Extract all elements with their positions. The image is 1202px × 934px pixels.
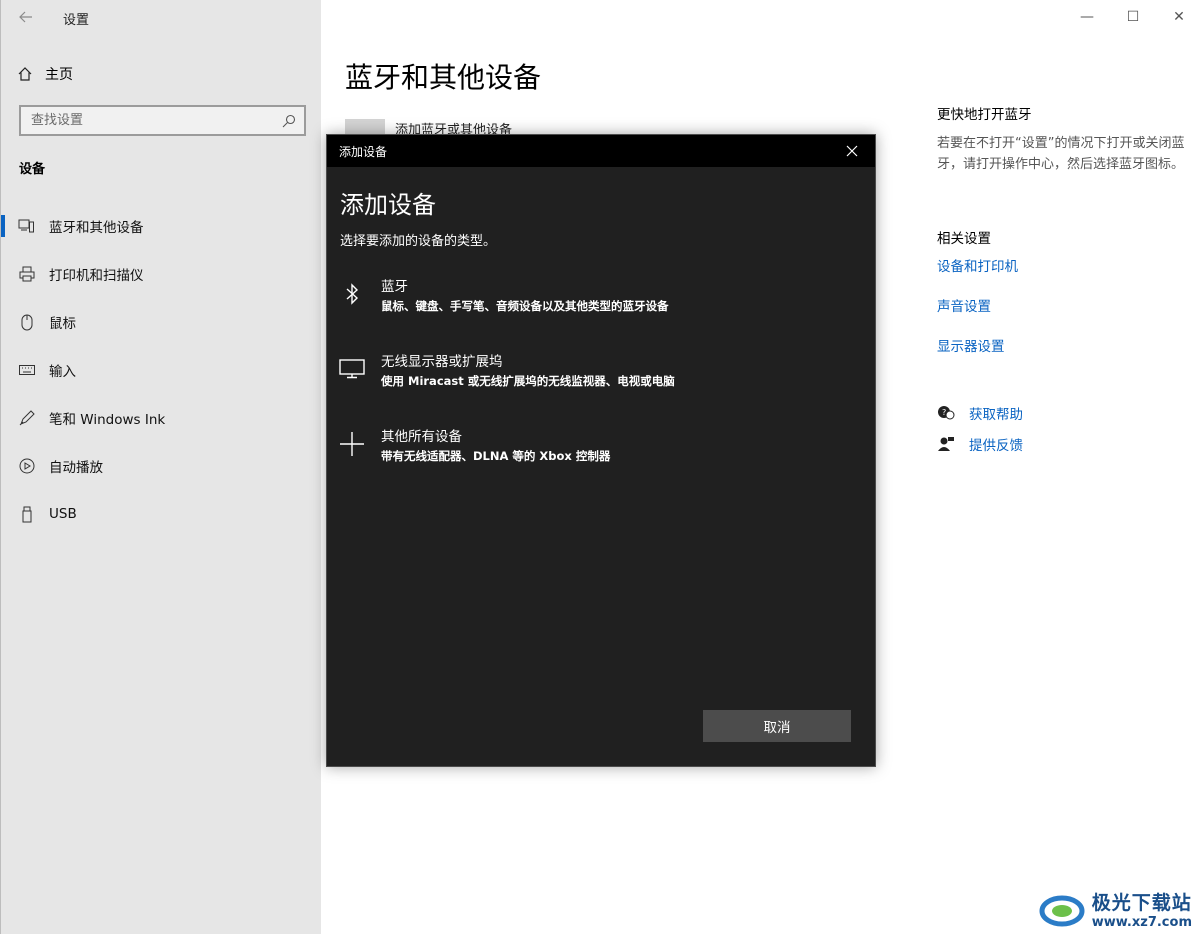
section-title: 设备 (19, 162, 46, 177)
option-everything-else[interactable]: 其他所有设备 带有无线适配器、DLNA 等的 Xbox 控制器 (333, 418, 869, 470)
keyboard-icon (18, 362, 35, 379)
mouse-icon (18, 314, 35, 331)
sidebar-item-label: USB (49, 506, 77, 522)
app-title: 设置 (63, 13, 90, 28)
sidebar-item-label: 笔和 Windows Ink (49, 412, 166, 428)
option-wireless-display[interactable]: 无线显示器或扩展坞 使用 Miracast 或无线扩展坞的无线监视器、电视或电脑 (333, 343, 869, 395)
home-icon (18, 67, 32, 81)
add-device-dialog: 添加设备 添加设备 选择要添加的设备的类型。 蓝牙 鼠标、键盘、手写笔、音频设备… (326, 134, 876, 767)
dialog-subtitle: 选择要添加的设备的类型。 (340, 234, 497, 249)
feedback-person-icon (938, 437, 954, 451)
get-help-label: 获取帮助 (969, 407, 1023, 423)
sidebar-item-autoplay[interactable]: 自动播放 (1, 442, 322, 490)
close-icon (846, 145, 858, 157)
sidebar-item-label: 蓝牙和其他设备 (49, 220, 144, 236)
sidebar-item-typing[interactable]: 输入 (1, 346, 322, 394)
dialog-titlebar-text: 添加设备 (339, 144, 388, 159)
watermark-logo-icon (1039, 895, 1085, 927)
feedback-link[interactable]: 提供反馈 (937, 434, 1187, 454)
sidebar-item-usb[interactable]: USB (1, 490, 322, 538)
display-settings-link[interactable]: 显示器设置 (937, 335, 1187, 355)
sidebar-item-bluetooth[interactable]: 蓝牙和其他设备 (1, 202, 322, 250)
sound-settings-link[interactable]: 声音设置 (937, 295, 1187, 315)
sidebar-item-printers[interactable]: 打印机和扫描仪 (1, 250, 322, 298)
sidebar-item-label: 打印机和扫描仪 (49, 268, 144, 284)
help-chat-icon: ? (938, 406, 955, 420)
bluetooth-icon (337, 279, 367, 309)
dialog-titlebar: 添加设备 (327, 135, 875, 167)
arrow-left-icon (19, 11, 32, 23)
quick-bluetooth-title: 更快地打开蓝牙 (937, 107, 1032, 123)
watermark-title: 极光下载站 (1091, 892, 1192, 914)
sidebar-item-label: 自动播放 (49, 460, 103, 476)
monitor-icon (337, 354, 367, 384)
sidebar-item-home[interactable]: 主页 (17, 64, 73, 84)
back-button[interactable] (15, 6, 37, 28)
usb-icon (18, 506, 35, 523)
dialog-close-button[interactable] (841, 140, 863, 162)
search-input[interactable] (29, 112, 263, 129)
sidebar-item-mouse[interactable]: 鼠标 (1, 298, 322, 346)
close-button[interactable]: ✕ (1156, 0, 1202, 34)
page-title: 蓝牙和其他设备 (345, 61, 542, 94)
search-box[interactable] (19, 105, 306, 136)
quick-bluetooth-desc: 若要在不打开“设置”的情况下打开或关闭蓝牙，请打开操作中心，然后选择蓝牙图标。 (937, 136, 1185, 172)
plus-icon (337, 429, 367, 459)
cancel-button[interactable]: 取消 (703, 710, 851, 742)
option-desc: 鼠标、键盘、手写笔、音频设备以及其他类型的蓝牙设备 (381, 298, 669, 313)
sidebar-nav: 蓝牙和其他设备 打印机和扫描仪 鼠标 输入 笔和 Windows Ink 自动播… (1, 202, 322, 538)
option-bluetooth[interactable]: 蓝牙 鼠标、键盘、手写笔、音频设备以及其他类型的蓝牙设备 (333, 268, 869, 320)
minimize-button[interactable]: — (1064, 0, 1110, 34)
option-title: 其他所有设备 (381, 428, 462, 445)
dialog-heading: 添加设备 (340, 191, 436, 219)
feedback-label: 提供反馈 (969, 438, 1023, 454)
related-settings-title: 相关设置 (937, 231, 991, 247)
printer-icon (18, 266, 35, 283)
watermark: 极光下载站 www.xz7.com (1038, 888, 1192, 930)
maximize-button[interactable]: ☐ (1110, 0, 1156, 34)
bluetooth-devices-icon (18, 218, 35, 235)
get-help-link[interactable]: ? 获取帮助 (937, 403, 1187, 423)
option-desc: 使用 Miracast 或无线扩展坞的无线监视器、电视或电脑 (381, 373, 675, 388)
right-panel: 更快地打开蓝牙 若要在不打开“设置”的情况下打开或关闭蓝牙，请打开操作中心，然后… (937, 103, 1187, 454)
option-title: 无线显示器或扩展坞 (381, 353, 503, 370)
home-label: 主页 (45, 67, 73, 83)
autoplay-icon (18, 458, 35, 475)
sidebar-item-label: 鼠标 (49, 316, 76, 332)
sidebar: 设置 主页 设备 蓝牙和其他设备 打印机和扫描仪 鼠标 (0, 0, 321, 934)
option-title: 蓝牙 (381, 278, 408, 295)
window-controls: — ☐ ✕ (1064, 0, 1202, 34)
devices-printers-link[interactable]: 设备和打印机 (937, 255, 1187, 275)
option-desc: 带有无线适配器、DLNA 等的 Xbox 控制器 (381, 448, 611, 463)
svg-text:?: ? (942, 408, 946, 417)
search-icon[interactable] (282, 114, 296, 128)
sidebar-item-label: 输入 (49, 364, 76, 380)
watermark-url: www.xz7.com (1091, 915, 1192, 930)
pen-icon (18, 410, 35, 427)
sidebar-item-pen[interactable]: 笔和 Windows Ink (1, 394, 322, 442)
